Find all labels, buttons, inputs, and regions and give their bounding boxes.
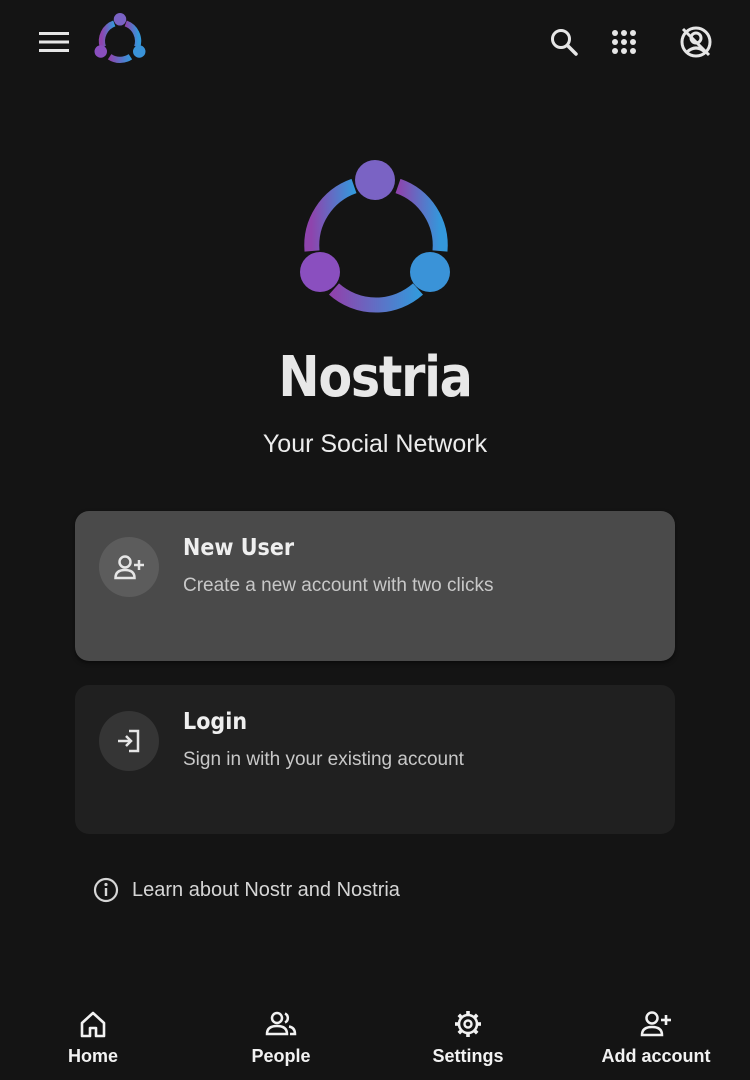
gear-icon: [455, 1011, 481, 1037]
nostria-logo: [300, 160, 450, 313]
nav-add-account[interactable]: Add account: [581, 1008, 731, 1076]
apps-grid-icon: [612, 30, 636, 54]
learn-link-label: Learn about Nostr and Nostria: [132, 878, 400, 901]
no-account-icon: [680, 26, 712, 58]
nostria-logo-small[interactable]: [92, 12, 148, 64]
nav-home[interactable]: Home: [18, 1008, 168, 1076]
nav-people[interactable]: People: [206, 1008, 356, 1076]
login-avatar: [99, 711, 159, 771]
nav-settings-label: Settings: [432, 1046, 504, 1066]
person-add-icon: [640, 1011, 671, 1037]
account-button[interactable]: [670, 18, 722, 66]
nav-add-account-label: Add account: [601, 1046, 711, 1066]
home-icon: [80, 1011, 106, 1038]
top-toolbar: [0, 0, 750, 84]
menu-button[interactable]: [30, 22, 78, 62]
new-user-avatar: [99, 537, 159, 597]
login-card[interactable]: Login Sign in with your existing account: [75, 685, 675, 834]
app-root: Nostria Your Social Network New User Cre…: [0, 0, 750, 1080]
app-title: Nostria: [278, 345, 473, 410]
nav-home-label: Home: [67, 1046, 118, 1066]
search-icon: [551, 29, 578, 56]
nav-settings[interactable]: Settings: [393, 1008, 543, 1076]
person-add-icon: [114, 555, 144, 580]
login-description: Sign in with your existing account: [183, 749, 464, 770]
login-title: Login: [183, 709, 248, 735]
learn-link[interactable]: Learn about Nostr and Nostria: [92, 874, 400, 906]
menu-icon: [39, 32, 69, 52]
login-icon: [118, 729, 140, 753]
nav-people-label: People: [251, 1046, 311, 1066]
bottom-navigation: Home People Settings Add account: [0, 1000, 750, 1080]
new-user-card[interactable]: New User Create a new account with two c…: [75, 511, 675, 661]
search-button[interactable]: [540, 20, 588, 64]
apps-button[interactable]: [600, 20, 648, 64]
info-icon: [93, 877, 119, 903]
people-icon: [265, 1011, 297, 1036]
new-user-title: New User: [183, 535, 295, 561]
app-tagline: Your Social Network: [262, 430, 488, 458]
new-user-description: Create a new account with two clicks: [183, 575, 494, 596]
